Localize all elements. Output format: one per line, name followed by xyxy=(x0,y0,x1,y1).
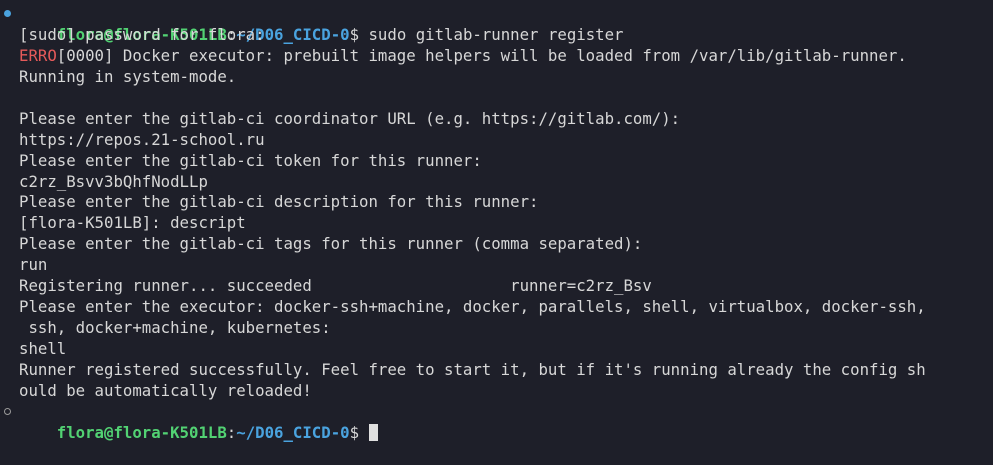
output-line: ould be automatically reloaded! xyxy=(19,380,312,400)
terminal-window[interactable]: flora@flora-K501LB:~/D06_CICD-0$ sudo gi… xyxy=(0,0,993,442)
output-line: [flora-K501LB]: descript xyxy=(19,213,246,233)
output-line: run xyxy=(19,255,48,275)
prompt-user-host: flora@flora-K501LB xyxy=(56,422,227,442)
output-line: Runner registered successfully. Feel fre… xyxy=(19,359,926,379)
command-line: flora@flora-K501LB:~/D06_CICD-0$ sudo gi… xyxy=(0,4,993,44)
output-line: Please enter the gitlab-ci coordinator U… xyxy=(19,108,681,128)
output-line: shell xyxy=(19,339,67,358)
output-line: c2rz_Bsvv3bQhfNodLLp xyxy=(19,171,208,191)
error-tag: ERRO xyxy=(19,45,57,65)
output-line: Running in system-mode. xyxy=(19,66,237,86)
text-cursor[interactable] xyxy=(368,423,378,441)
prompt-status-circle-icon xyxy=(4,407,11,415)
output-line: https://repos.21-school.ru xyxy=(19,129,265,149)
output-line: Please enter the executor: docker-ssh+ma… xyxy=(19,297,926,317)
output-line: Please enter the gitlab-ci description f… xyxy=(19,192,539,212)
command-status-dot-icon xyxy=(4,10,11,17)
current-prompt-line[interactable]: flora@flora-K501LB:~/D06_CICD-0$ xyxy=(0,402,993,442)
prompt-colon: : xyxy=(226,422,237,442)
output-line: Registering runner... succeeded runner=c… xyxy=(19,276,652,296)
output-line: Please enter the gitlab-ci token for thi… xyxy=(19,150,482,170)
output-line-error: ERRO[0000] Docker executor: prebuilt ima… xyxy=(0,46,993,67)
output-line: [sudo] password for flora: xyxy=(19,24,265,44)
prompt-path: ~/D06_CICD-0 xyxy=(236,422,350,442)
output-line: ssh, docker+machine, kubernetes: xyxy=(19,318,331,338)
output-line-blank xyxy=(0,88,993,109)
output-line: Please enter the gitlab-ci tags for this… xyxy=(19,234,643,254)
error-message: [0000] Docker executor: prebuilt image h… xyxy=(56,45,907,65)
prompt-symbol: $ xyxy=(349,422,360,442)
